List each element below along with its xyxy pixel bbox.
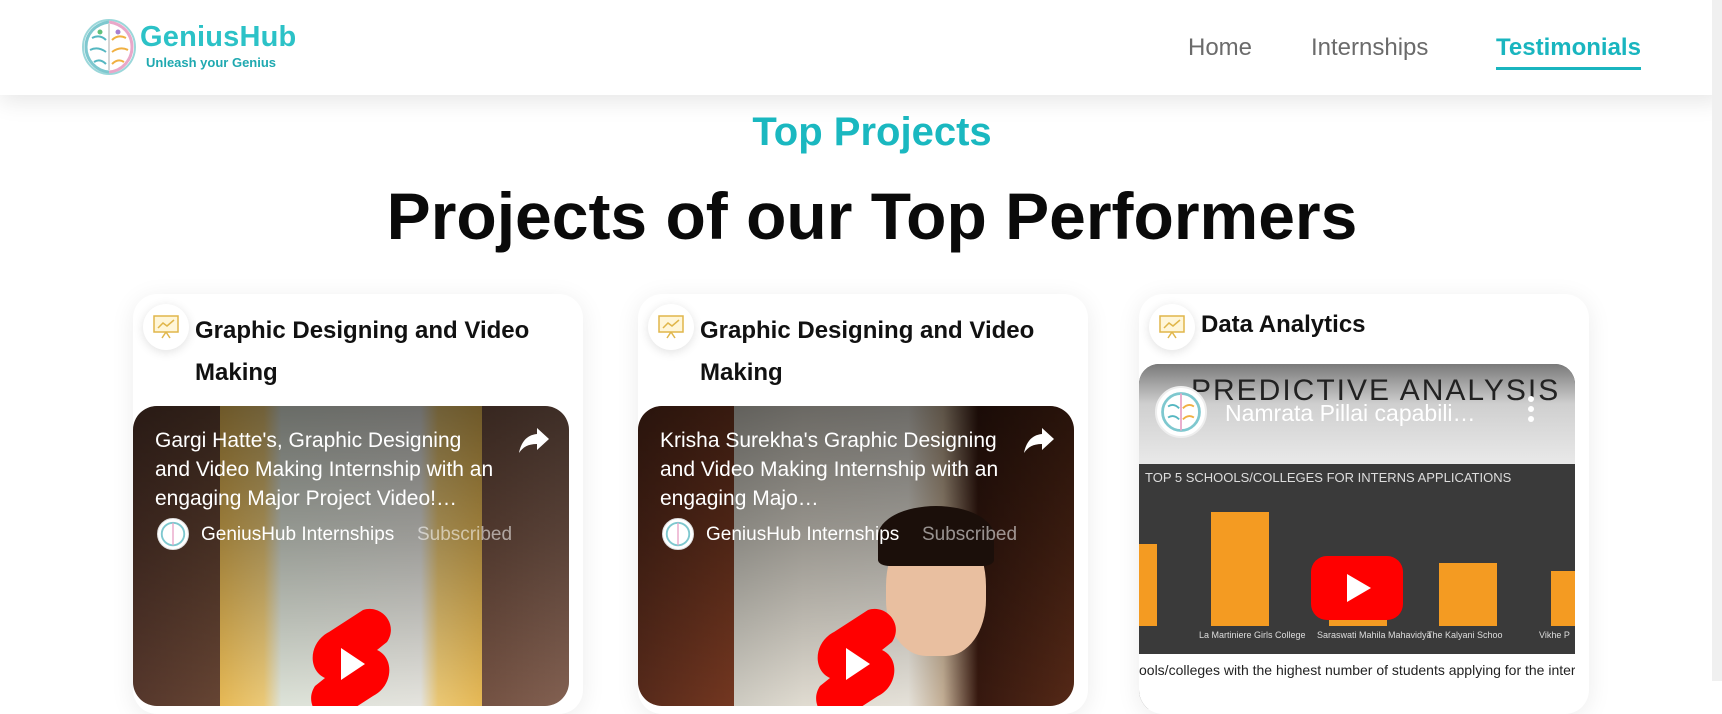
youtube-shorts-icon[interactable] bbox=[303, 604, 399, 706]
chart-category-label: Saraswati Mahila Mahavidya bbox=[1317, 630, 1432, 640]
channel-name[interactable]: GeniusHub Internships bbox=[201, 524, 394, 546]
brand-name: GeniusHub bbox=[140, 21, 297, 53]
video-title[interactable]: Krisha Surekha's Graphic Designing and V… bbox=[660, 426, 1000, 513]
nav-link-internships[interactable]: Internships bbox=[1311, 34, 1428, 62]
card-category-title: Graphic Designing and Video Making bbox=[700, 317, 1035, 386]
thumbnail-subheading: TOP 5 SCHOOLS/COLLEGES FOR INTERNS APPLI… bbox=[1145, 470, 1512, 485]
presentation-board-icon bbox=[1159, 315, 1185, 339]
channel-row: GeniusHub Internships Subscribed bbox=[662, 518, 1062, 552]
channel-name[interactable]: GeniusHub Internships bbox=[706, 524, 899, 546]
brain-logo-icon bbox=[160, 521, 186, 547]
brand-tagline: Unleash your Genius bbox=[146, 55, 277, 70]
chart-category-label: La Martiniere Girls College bbox=[1199, 630, 1306, 640]
nav-link-testimonials[interactable]: Testimonials bbox=[1496, 34, 1641, 70]
section-eyebrow: Top Projects bbox=[752, 110, 992, 154]
brand-logo[interactable]: GeniusHub Unleash your Genius bbox=[80, 18, 320, 78]
project-card: Graphic Designing and Video Making Gargi… bbox=[133, 294, 583, 714]
chart-bar bbox=[1139, 544, 1157, 626]
card-category-title: Graphic Designing and Video Making bbox=[195, 317, 530, 386]
chart-category-label: The Kalyani Schoo bbox=[1427, 630, 1503, 640]
channel-avatar[interactable] bbox=[1155, 386, 1207, 438]
section-title: Projects of our Top Performers bbox=[386, 179, 1358, 253]
brain-logo-icon bbox=[82, 19, 136, 75]
category-badge bbox=[1149, 304, 1195, 350]
page-scrollbar[interactable] bbox=[1712, 0, 1722, 681]
channel-row: GeniusHub Internships Subscribed bbox=[157, 518, 557, 552]
brain-logo-icon bbox=[1161, 392, 1201, 432]
youtube-play-button-icon[interactable] bbox=[1311, 556, 1403, 620]
project-card: Data Analytics PREDICTIVE ANALYSIS TOP 5… bbox=[1139, 294, 1589, 714]
subscribe-status[interactable]: Subscribed bbox=[417, 524, 512, 546]
subscribe-status[interactable]: Subscribed bbox=[922, 524, 1017, 546]
presentation-board-icon bbox=[658, 315, 684, 339]
chart-bar bbox=[1439, 563, 1497, 626]
brain-logo-icon bbox=[665, 521, 691, 547]
project-card: Graphic Designing and Video Making Krish… bbox=[638, 294, 1088, 714]
category-badge bbox=[143, 304, 189, 350]
channel-avatar[interactable] bbox=[662, 518, 694, 550]
video-embed[interactable]: PREDICTIVE ANALYSIS TOP 5 SCHOOLS/COLLEG… bbox=[1139, 364, 1575, 709]
category-badge bbox=[648, 304, 694, 350]
chart-bar bbox=[1551, 571, 1575, 626]
card-category-title: Data Analytics bbox=[1201, 311, 1366, 338]
youtube-shorts-icon[interactable] bbox=[808, 604, 904, 706]
share-icon[interactable] bbox=[517, 422, 551, 456]
top-navbar: GeniusHub Unleash your Genius Home Inter… bbox=[0, 0, 1722, 95]
share-icon[interactable] bbox=[1022, 422, 1056, 456]
video-embed[interactable]: Krisha Surekha's Graphic Designing and V… bbox=[638, 406, 1074, 706]
chart-bar bbox=[1211, 512, 1269, 626]
more-options-icon[interactable] bbox=[1527, 394, 1535, 424]
thumbnail-caption: ools/colleges with the highest number of… bbox=[1139, 662, 1575, 678]
video-title[interactable]: Gargi Hatte's, Graphic Designing and Vid… bbox=[155, 426, 495, 513]
video-title[interactable]: Namrata Pillai capabili… bbox=[1225, 400, 1476, 427]
chart-category-label: Vikhe P bbox=[1539, 630, 1570, 640]
presentation-board-icon bbox=[153, 315, 179, 339]
video-embed[interactable]: Gargi Hatte's, Graphic Designing and Vid… bbox=[133, 406, 569, 706]
nav-link-home[interactable]: Home bbox=[1188, 34, 1252, 62]
channel-avatar[interactable] bbox=[157, 518, 189, 550]
